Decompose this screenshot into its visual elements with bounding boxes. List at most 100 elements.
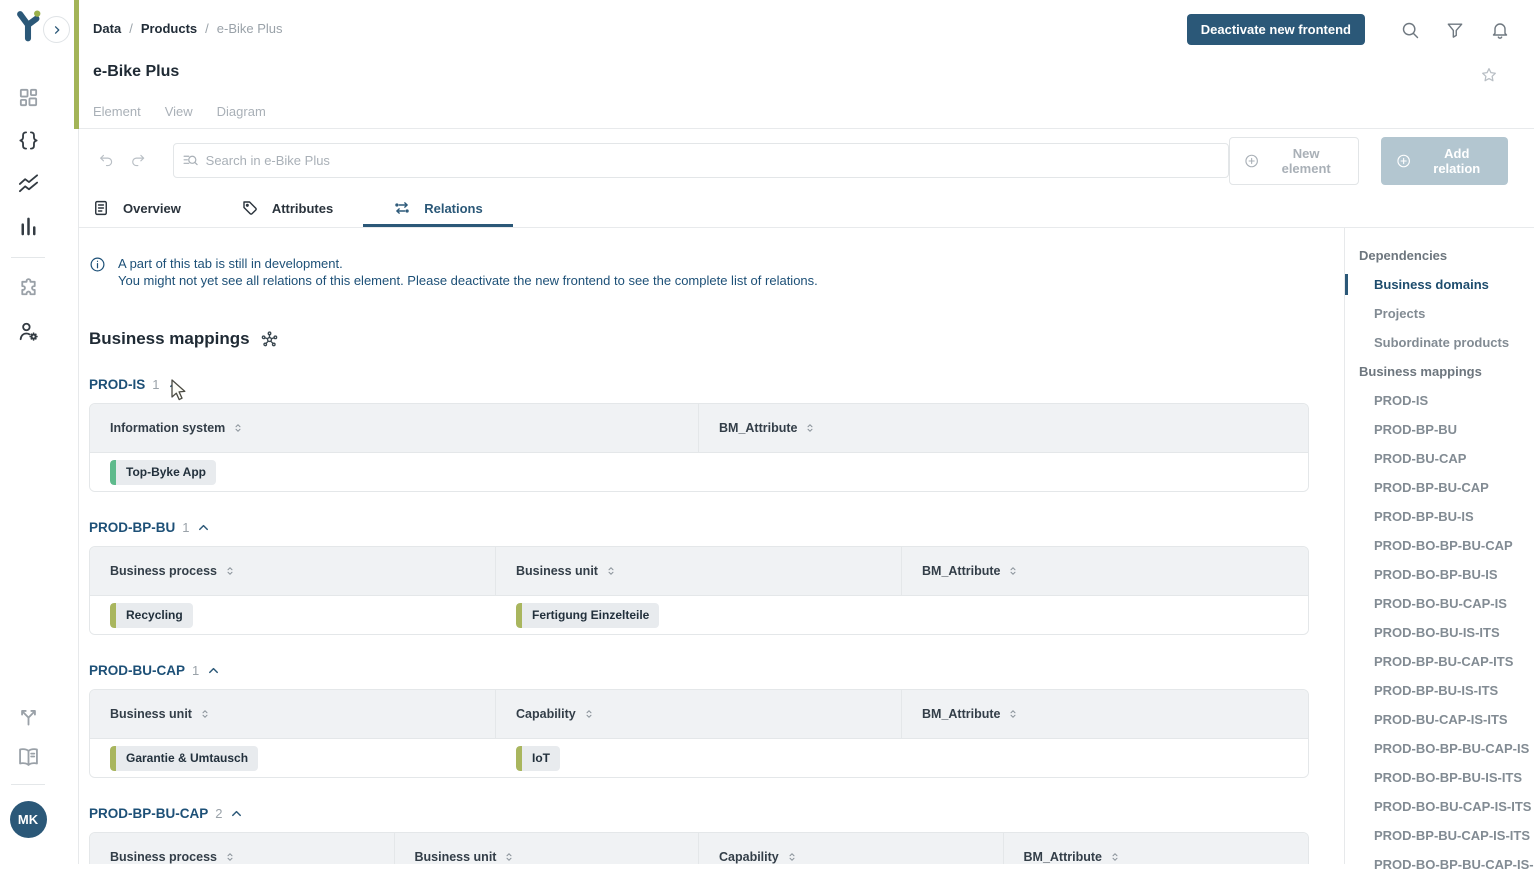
- table-cell: IoT: [496, 739, 902, 777]
- section-label[interactable]: PROD-IS: [89, 377, 145, 392]
- menu-item-diagram[interactable]: Diagram: [217, 104, 266, 119]
- code-icon[interactable]: [17, 129, 40, 152]
- nav-item[interactable]: PROD-BP-BU-CAP-IS-ITS: [1345, 821, 1534, 850]
- column-header[interactable]: Business unit: [395, 833, 700, 864]
- menu-item-view[interactable]: View: [165, 104, 193, 119]
- nav-item[interactable]: PROD-BO-BP-BU-IS-ITS: [1345, 763, 1534, 792]
- nav-item[interactable]: Subordinate products: [1345, 328, 1534, 357]
- column-header[interactable]: Capability: [699, 833, 1004, 864]
- nav-item[interactable]: PROD-BO-BP-BU-IS: [1345, 560, 1534, 589]
- collapse-section-button[interactable]: [167, 377, 182, 392]
- sort-icon: [232, 422, 244, 434]
- search-input[interactable]: [173, 143, 1229, 178]
- chevron-up-icon: [196, 520, 211, 535]
- nav-item[interactable]: PROD-BO-BU-IS-ITS: [1345, 618, 1534, 647]
- nav-item[interactable]: PROD-IS: [1345, 386, 1534, 415]
- nav-item[interactable]: PROD-BO-BU-CAP-IS: [1345, 589, 1534, 618]
- nav-item[interactable]: PROD-BP-BU-CAP: [1345, 473, 1534, 502]
- brand-accent-strip: [74, 0, 79, 129]
- undo-icon[interactable]: [98, 152, 114, 169]
- puzzle-icon[interactable]: [17, 277, 40, 300]
- column-header[interactable]: Information system: [90, 404, 699, 453]
- app-logo: [10, 8, 46, 44]
- sort-icon: [224, 851, 236, 863]
- top-header: Data/Products/e-Bike Plus Deactivate new…: [79, 0, 1534, 129]
- left-sidebar: MK: [0, 0, 79, 864]
- column-header[interactable]: BM_Attribute: [902, 690, 1308, 739]
- nav-item[interactable]: PROD-BO-BP-BU-CAP: [1345, 531, 1534, 560]
- relations-nav-panel: DependenciesBusiness domainsProjectsSubo…: [1344, 228, 1534, 864]
- column-header-label: BM_Attribute: [719, 421, 797, 435]
- menu-item-element[interactable]: Element: [93, 104, 141, 119]
- breadcrumb-item[interactable]: Products: [141, 21, 197, 36]
- section-label[interactable]: PROD-BP-BU: [89, 520, 175, 535]
- trends-icon[interactable]: [17, 172, 40, 195]
- deactivate-new-frontend-button[interactable]: Deactivate new frontend: [1187, 14, 1365, 45]
- section-label[interactable]: PROD-BU-CAP: [89, 663, 185, 678]
- column-header[interactable]: BM_Attribute: [902, 547, 1308, 596]
- rail-bottom-nav: [17, 705, 40, 768]
- collapse-section-button[interactable]: [229, 806, 244, 821]
- share-icon[interactable]: [17, 705, 40, 728]
- nav-item[interactable]: PROD-BP-BU-CAP-ITS: [1345, 647, 1534, 676]
- user-avatar[interactable]: MK: [10, 801, 47, 838]
- nav-item[interactable]: PROD-BP-BU: [1345, 415, 1534, 444]
- book-icon[interactable]: [17, 745, 40, 768]
- column-header[interactable]: Business unit: [496, 547, 902, 596]
- section-label[interactable]: PROD-BP-BU-CAP: [89, 806, 208, 821]
- nav-item[interactable]: PROD-BO-BP-BU-CAP-IS: [1345, 734, 1534, 763]
- tab-attributes[interactable]: Attributes: [211, 192, 363, 227]
- favorite-star-icon[interactable]: [1480, 66, 1498, 84]
- info-icon: [89, 256, 106, 273]
- nav-item[interactable]: PROD-BP-BU-IS-ITS: [1345, 676, 1534, 705]
- mapping-chip[interactable]: Fertigung Einzelteile: [516, 603, 659, 628]
- table-row: Recycling Fertigung Einzelteile: [90, 596, 1308, 634]
- tab-overview[interactable]: Overview: [92, 192, 211, 227]
- filter-icon[interactable]: [1445, 20, 1465, 40]
- bar-chart-icon[interactable]: [17, 215, 40, 238]
- nav-item[interactable]: PROD-BP-BU-IS: [1345, 502, 1534, 531]
- breadcrumb-item[interactable]: Data: [93, 21, 121, 36]
- nav-item[interactable]: Projects: [1345, 299, 1534, 328]
- notifications-icon[interactable]: [1490, 20, 1510, 40]
- column-header[interactable]: Business process: [90, 547, 496, 596]
- chevron-up-icon: [206, 663, 221, 678]
- collapse-section-button[interactable]: [196, 520, 211, 535]
- sort-icon: [804, 422, 816, 434]
- column-header-label: Business process: [110, 564, 217, 578]
- mapping-chip[interactable]: Top-Byke App: [110, 460, 216, 485]
- expand-sidebar-button[interactable]: [43, 16, 70, 43]
- nav-item[interactable]: PROD-BO-BU-CAP-IS-ITS: [1345, 792, 1534, 821]
- sort-icon: [224, 565, 236, 577]
- tab-relations[interactable]: Relations: [363, 192, 513, 227]
- search-list-icon: [182, 152, 199, 169]
- collapse-section-button[interactable]: [206, 663, 221, 678]
- column-header[interactable]: BM_Attribute: [699, 404, 1308, 453]
- mapping-chip[interactable]: IoT: [516, 746, 560, 771]
- redo-icon[interactable]: [130, 152, 146, 169]
- mapping-section: PROD-IS1Information systemBM_AttributeTo…: [89, 375, 1310, 492]
- user-settings-icon[interactable]: [17, 320, 40, 343]
- nav-item[interactable]: PROD-BO-BP-BU-CAP-IS-: [1345, 850, 1534, 879]
- add-relation-button[interactable]: Add relation: [1381, 137, 1508, 185]
- column-header[interactable]: Capability: [496, 690, 902, 739]
- detail-tabs: Overview AttributesRelations: [79, 192, 1534, 228]
- column-header[interactable]: BM_Attribute: [1004, 833, 1309, 864]
- column-header[interactable]: Business process: [90, 833, 395, 864]
- nav-item[interactable]: PROD-BU-CAP-IS-ITS: [1345, 705, 1534, 734]
- search-icon[interactable]: [1400, 20, 1420, 40]
- mapping-chip[interactable]: Recycling: [110, 603, 193, 628]
- tab-label: Overview: [123, 201, 181, 216]
- mapping-section: PROD-BP-BU1Business processBusiness unit…: [89, 518, 1310, 635]
- chip-color-bar: [110, 603, 116, 628]
- column-header-label: Business process: [110, 850, 217, 864]
- dashboard-icon[interactable]: [17, 86, 40, 109]
- rail-mid-nav: [17, 277, 40, 343]
- mapping-table: Information system BM_Attribute Top-Byke A…: [89, 403, 1309, 492]
- new-element-button[interactable]: New element: [1229, 137, 1359, 185]
- nav-item[interactable]: PROD-BU-CAP: [1345, 444, 1534, 473]
- column-header[interactable]: Business unit: [90, 690, 496, 739]
- sort-icon: [199, 708, 211, 720]
- mapping-chip[interactable]: Garantie & Umtausch: [110, 746, 258, 771]
- nav-item[interactable]: Business domains: [1345, 270, 1534, 299]
